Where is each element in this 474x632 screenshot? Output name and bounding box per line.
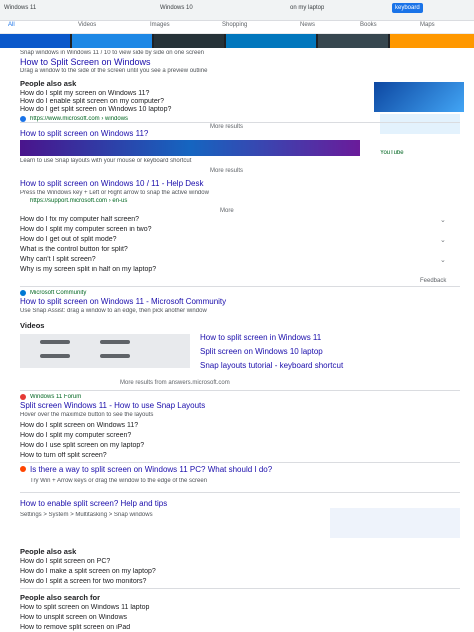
related-question[interactable]: How do I get out of split mode? <box>20 236 440 243</box>
side-card[interactable] <box>380 114 460 134</box>
featured-title[interactable]: How to Split Screen on Windows <box>20 58 450 67</box>
site-favicon-icon <box>20 394 26 400</box>
paa-question[interactable]: How do I enable split screen on my compu… <box>20 98 360 105</box>
related-question[interactable]: How do I fix my computer half screen? <box>20 216 440 223</box>
result-title[interactable]: How to enable split screen? Help and tip… <box>20 500 450 508</box>
related-search[interactable]: How to split screen on Windows 11 laptop <box>20 604 440 611</box>
chip-active[interactable]: keyboard <box>392 3 423 13</box>
divider <box>20 286 460 287</box>
paa-thumbnail[interactable] <box>374 82 464 112</box>
paa-question[interactable]: How do I split screen on Windows 11? <box>20 422 440 429</box>
result-snippet: Try Win + Arrow keys or drag the window … <box>30 478 208 484</box>
result-site[interactable]: Microsoft Community <box>30 290 360 296</box>
paa-heading: People also ask <box>20 548 77 555</box>
chip-1[interactable]: Windows 10 <box>160 3 193 13</box>
videos-heading: Videos <box>20 322 45 329</box>
more-results-link[interactable]: More results <box>210 168 243 174</box>
more-results-link[interactable]: More results from answers.microsoft.com <box>120 380 230 386</box>
result-site[interactable]: Windows 11 Forum <box>30 394 360 400</box>
related-search[interactable]: How to unsplit screen on Windows <box>20 614 440 621</box>
divider <box>20 492 460 493</box>
banner-image-3 <box>154 34 224 48</box>
video-item-title[interactable]: How to split screen in Windows 11 <box>200 334 450 342</box>
result-title[interactable]: Is there a way to split screen on Window… <box>30 466 460 474</box>
tab-books[interactable]: Books <box>360 22 377 28</box>
banner-image-2 <box>72 34 152 48</box>
video-snippet: Learn to use Snap layouts with your mous… <box>20 158 192 164</box>
featured-lead: Snap windows in Windows 11 / 10 to view … <box>20 50 204 56</box>
banner-image-1 <box>0 34 70 48</box>
divider <box>20 390 460 391</box>
related-question[interactable]: How do I split my computer screen in two… <box>20 226 440 233</box>
video-title[interactable]: How to split screen on Windows 11? <box>20 130 360 138</box>
paa-question[interactable]: How do I split my computer screen? <box>20 432 440 439</box>
related-question[interactable]: Why is my screen split in half on my lap… <box>20 266 440 273</box>
chevron-down-icon[interactable]: ⌄ <box>440 256 446 264</box>
featured-snippet: Drag a window to the side of the screen … <box>20 68 208 74</box>
tab-images[interactable]: Images <box>150 22 170 28</box>
play-icon <box>100 354 130 358</box>
related-heading: People also search for <box>20 594 101 601</box>
tab-news[interactable]: News <box>300 22 315 28</box>
divider <box>20 122 460 123</box>
paa-question[interactable]: How do I split screen on PC? <box>20 558 440 565</box>
banner-image-5 <box>318 34 388 48</box>
paa-question[interactable]: How do I use split screen on my laptop? <box>20 442 440 449</box>
paa-heading: People also ask <box>20 80 77 87</box>
chevron-down-icon[interactable]: ⌄ <box>440 236 446 244</box>
tab-maps[interactable]: Maps <box>420 22 435 28</box>
tab-all[interactable]: All <box>8 22 15 28</box>
video-thumbnail[interactable] <box>20 140 360 156</box>
tab-videos[interactable]: Videos <box>78 22 96 28</box>
result-snippet: Hover over the maximize button to see th… <box>20 412 154 418</box>
divider <box>20 462 460 463</box>
video-item-title[interactable]: Snap layouts tutorial - keyboard shortcu… <box>200 362 450 370</box>
video-item-title[interactable]: Split screen on Windows 10 laptop <box>200 348 450 356</box>
site-favicon-icon <box>20 466 26 472</box>
result-snippet: Settings > System > Multitasking > Snap … <box>20 512 153 518</box>
play-icon <box>40 340 70 344</box>
paa-question[interactable]: How do I split my screen on Windows 11? <box>20 90 360 97</box>
related-question[interactable]: What is the control button for split? <box>20 246 440 253</box>
banner-image-6 <box>390 34 474 48</box>
chip-0[interactable]: Windows 11 <box>4 3 36 13</box>
banner-image-4 <box>226 34 316 48</box>
paa-question[interactable]: How do I make a split screen on my lapto… <box>20 568 440 575</box>
filter-chip-bar: Windows 11 Windows 10 on my laptop keybo… <box>0 0 474 21</box>
tips-card[interactable] <box>330 508 460 538</box>
play-icon <box>40 354 70 358</box>
video-thumbnail[interactable] <box>20 334 190 368</box>
paa-question[interactable]: How do I get split screen on Windows 10 … <box>20 106 360 113</box>
result-title[interactable]: How to split screen on Windows 10 / 11 -… <box>20 180 460 188</box>
section-label: More <box>220 208 234 214</box>
result-title[interactable]: Split screen Windows 11 - How to use Sna… <box>20 402 460 410</box>
chip-2[interactable]: on my laptop <box>290 3 324 13</box>
result-title[interactable]: How to split screen on Windows 11 - Micr… <box>20 298 460 306</box>
chevron-down-icon[interactable]: ⌄ <box>440 216 446 224</box>
result-snippet: Use Snap Assist: drag a window to an edg… <box>20 308 207 314</box>
paa-question[interactable]: How to turn off split screen? <box>20 452 440 459</box>
feedback-link[interactable]: Feedback <box>420 278 446 284</box>
image-banner[interactable] <box>0 34 474 48</box>
play-icon <box>100 340 130 344</box>
related-question[interactable]: Why can't I split screen? <box>20 256 440 263</box>
search-tabs: All Videos Images Shopping News Books Ma… <box>0 21 474 34</box>
result-snippet: Press the Windows key + Left or Right ar… <box>20 190 209 196</box>
related-search[interactable]: How to remove split screen on iPad <box>20 624 440 631</box>
tab-shopping[interactable]: Shopping <box>222 22 247 28</box>
video-source[interactable]: YouTube <box>380 150 460 156</box>
result-url[interactable]: https://support.microsoft.com › en-us <box>30 198 360 204</box>
paa-question[interactable]: How do I split a screen for two monitors… <box>20 578 440 585</box>
site-favicon-icon <box>20 290 26 296</box>
divider <box>20 588 460 589</box>
